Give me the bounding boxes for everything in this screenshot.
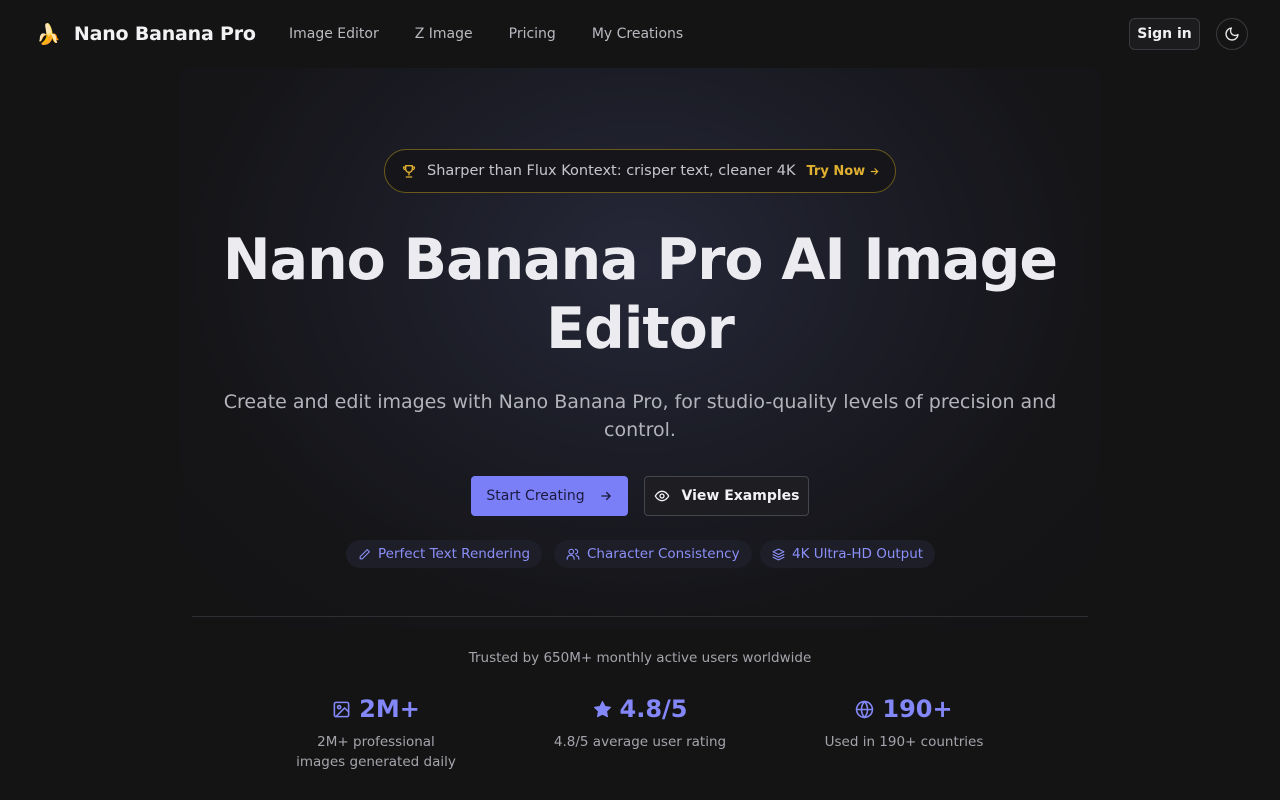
nav-link-z-image[interactable]: Z Image — [415, 24, 473, 44]
stat-rating: 4.8/5 4.8/5 average user rating — [520, 694, 760, 752]
users-icon — [566, 548, 580, 560]
page: 🍌 Nano Banana Pro Image Editor Z Image P… — [0, 0, 1280, 800]
trusted-by-text: Trusted by 650M+ monthly active users wo… — [468, 650, 812, 666]
feature-pill-4k-output: 4K Ultra-HD Output — [760, 540, 936, 568]
view-examples-label: View Examples — [681, 488, 800, 504]
start-creating-label: Start Creating — [486, 488, 585, 504]
feature-pill-text-rendering: Perfect Text Rendering — [346, 540, 543, 568]
sign-in-button[interactable]: Sign in — [1129, 18, 1200, 50]
feature-label: 4K Ultra-HD Output — [792, 546, 924, 562]
section-divider — [192, 616, 1088, 617]
view-examples-button[interactable]: View Examples — [644, 476, 809, 516]
stat-value: 2M+ — [359, 695, 420, 723]
stat-description: Used in 190+ countries — [824, 734, 984, 750]
nav-links: Image Editor Z Image Pricing My Creation… — [289, 24, 719, 44]
feature-pill-character-consistency: Character Consistency — [554, 540, 752, 568]
layers-icon — [772, 548, 785, 560]
stat-value: 190+ — [882, 695, 953, 723]
brand-logo-link[interactable]: 🍌 Nano Banana Pro — [36, 22, 256, 46]
moon-icon — [1225, 27, 1239, 41]
brand-name: Nano Banana Pro — [73, 23, 256, 45]
announcement-text: Sharper than Flux Kontext: crisper text,… — [427, 163, 796, 179]
try-now-link[interactable]: Try Now — [806, 164, 865, 179]
nav-link-image-editor[interactable]: Image Editor — [289, 24, 379, 44]
stat-description: 2M+ professional images generated daily — [296, 734, 456, 770]
hero-subtitle: Create and edit images with Nano Banana … — [223, 391, 1057, 441]
announcement-banner[interactable]: Sharper than Flux Kontext: crisper text,… — [384, 149, 896, 193]
star-icon — [593, 700, 611, 717]
start-creating-button[interactable]: Start Creating — [471, 476, 628, 516]
stat-value: 4.8/5 — [619, 695, 688, 723]
pencil-icon — [359, 548, 370, 559]
eye-icon — [654, 490, 669, 502]
stat-countries: 190+ Used in 190+ countries — [784, 694, 1024, 752]
arrow-right-icon — [600, 491, 611, 501]
globe-icon — [856, 700, 874, 718]
nav-link-pricing[interactable]: Pricing — [509, 24, 556, 44]
feature-label: Perfect Text Rendering — [378, 546, 531, 562]
arrow-right-icon — [869, 166, 880, 177]
feature-label: Character Consistency — [587, 546, 740, 562]
nav-link-my-creations[interactable]: My Creations — [592, 24, 683, 44]
hero-title: Nano Banana Pro AI Image Editor — [222, 227, 1058, 362]
stat-description: 4.8/5 average user rating — [553, 734, 727, 750]
theme-toggle-button[interactable] — [1216, 18, 1248, 50]
banana-logo-icon: 🍌 — [36, 22, 61, 46]
trophy-icon — [401, 163, 417, 179]
stat-images: 2M+ 2M+ professional images generated da… — [256, 694, 496, 772]
image-icon — [333, 701, 350, 717]
navbar: 🍌 Nano Banana Pro Image Editor Z Image P… — [0, 0, 1280, 68]
